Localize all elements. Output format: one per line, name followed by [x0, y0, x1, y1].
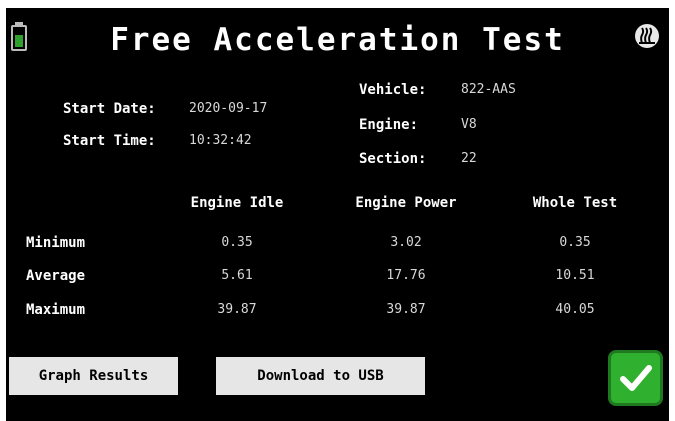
- section-label: Section:: [359, 151, 427, 167]
- row-label-maximum: Maximum: [26, 302, 86, 318]
- engine-value: V8: [461, 117, 477, 132]
- row-label-minimum: Minimum: [26, 235, 86, 251]
- download-to-usb-button[interactable]: Download to USB: [216, 357, 425, 395]
- table-cell: 10.51: [555, 268, 595, 283]
- row-label-average: Average: [26, 268, 86, 284]
- table-cell: 39.87: [386, 302, 426, 317]
- start-time-value: 10:32:42: [189, 133, 252, 148]
- engine-label: Engine:: [359, 117, 419, 133]
- steam-logo-icon: [635, 24, 659, 48]
- table-cell: 39.87: [217, 302, 257, 317]
- vehicle-value: 822-AAS: [461, 82, 516, 97]
- table-cell: 0.35: [559, 235, 591, 250]
- start-date-value: 2020-09-17: [189, 101, 268, 116]
- column-header-whole-test: Whole Test: [532, 195, 618, 211]
- column-header-engine-idle: Engine Idle: [190, 195, 284, 211]
- table-cell: 40.05: [555, 302, 595, 317]
- table-cell: 3.02: [390, 235, 422, 250]
- confirm-button[interactable]: [608, 350, 663, 406]
- start-time-label: Start Time:: [63, 133, 156, 149]
- section-value: 22: [461, 151, 477, 166]
- vehicle-label: Vehicle:: [359, 82, 427, 98]
- start-date-label: Start Date:: [63, 101, 156, 117]
- column-header-engine-power: Engine Power: [355, 195, 457, 211]
- table-cell: 5.61: [221, 268, 253, 283]
- checkmark-icon: [619, 365, 652, 391]
- graph-results-button[interactable]: Graph Results: [9, 357, 178, 395]
- test-results-screen: Free Acceleration Test Start Date: 2020-…: [6, 8, 669, 421]
- page-title: Free Acceleration Test: [110, 22, 565, 58]
- table-cell: 17.76: [386, 268, 426, 283]
- table-cell: 0.35: [221, 235, 253, 250]
